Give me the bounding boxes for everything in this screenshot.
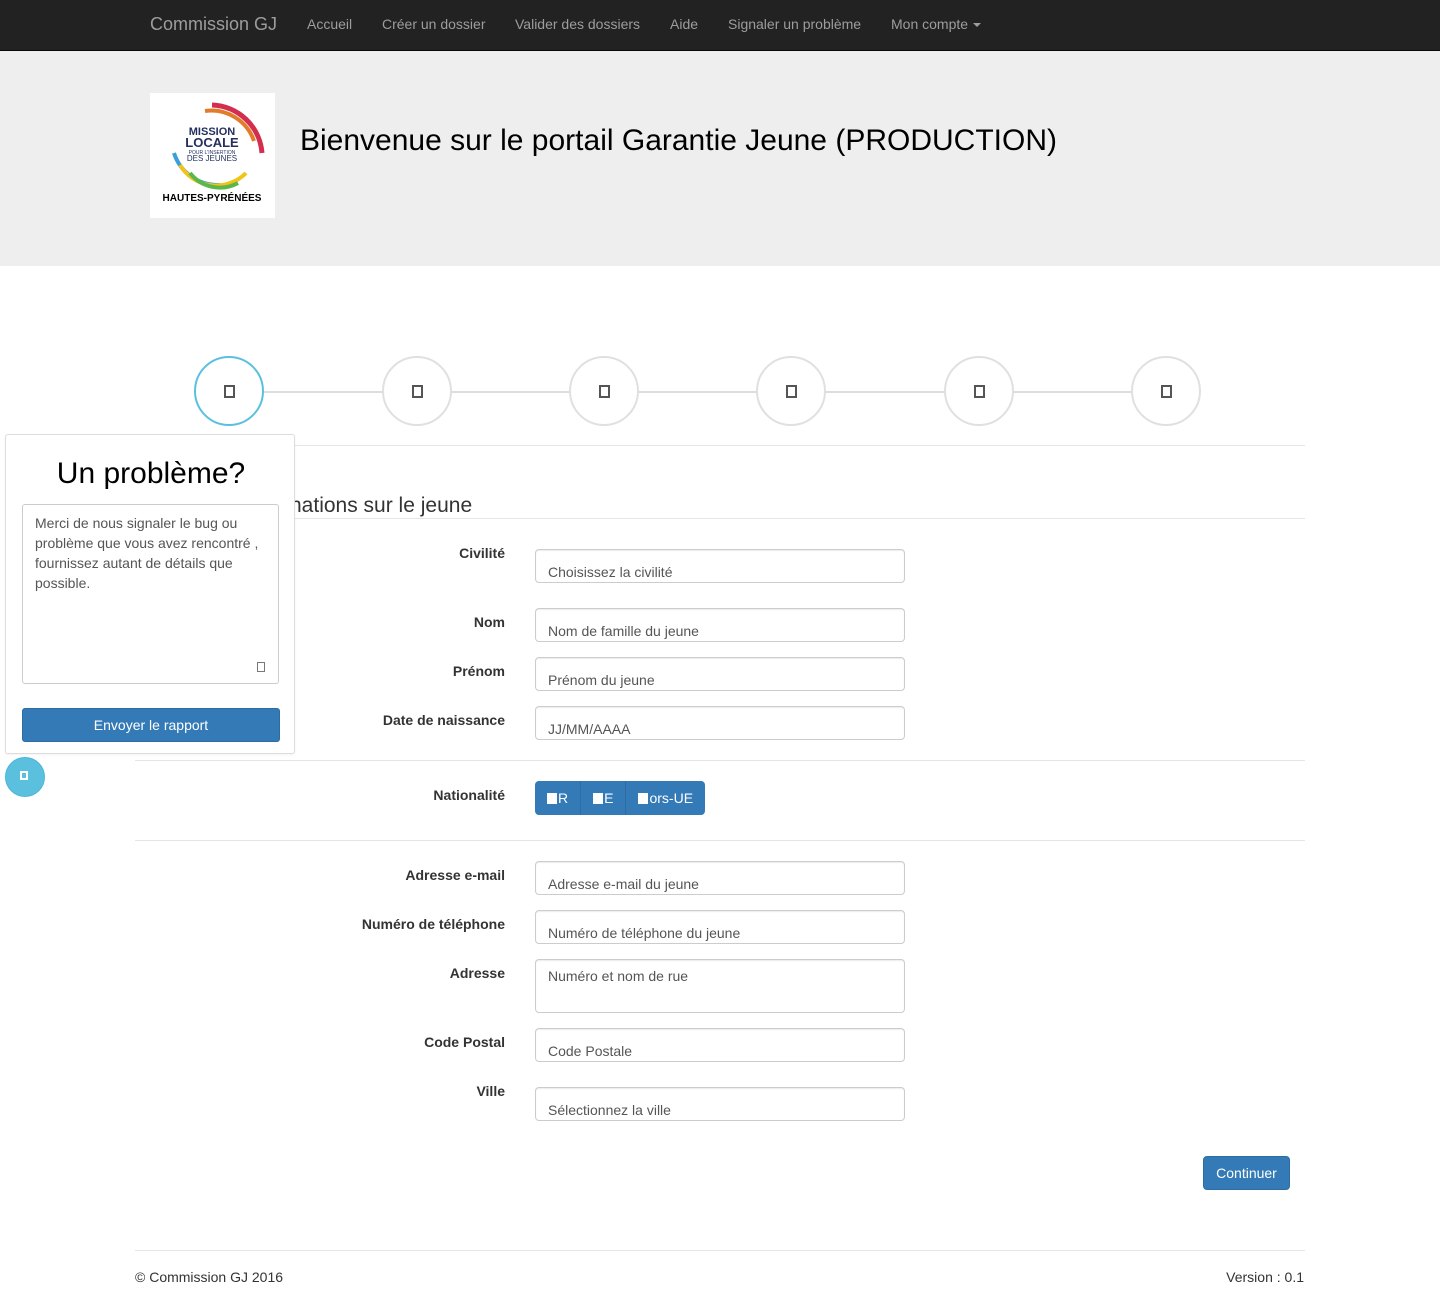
footer-divider (135, 1250, 1305, 1251)
civilite-label: Civilité (459, 545, 505, 561)
telephone-label: Numéro de téléphone (361, 916, 505, 932)
code-postal-label: Code Postal (424, 1034, 505, 1050)
nationalite-option-fr[interactable]: R (535, 781, 582, 815)
problem-description-textarea[interactable]: Merci de nous signaler le bug ou problèm… (22, 504, 279, 684)
bug-icon (20, 771, 28, 780)
logo-text-region: HAUTES-PYRÉNÉES (163, 191, 262, 204)
nav-link-valider-dossiers[interactable]: Valider des dossiers (515, 16, 640, 32)
radio-icon (638, 792, 649, 804)
step-icon (1161, 385, 1172, 398)
option-label: E (604, 790, 614, 806)
adresse-label: Adresse (449, 965, 505, 981)
adresse-textarea[interactable]: Numéro et nom de rue (535, 959, 905, 1013)
prenom-input[interactable]: Prénom du jeune (535, 657, 905, 691)
step-3[interactable] (569, 356, 639, 426)
problem-panel-title: Un problème? (56, 457, 246, 490)
step-6[interactable] (1131, 356, 1201, 426)
option-label: R (558, 790, 569, 806)
step-4[interactable] (756, 356, 826, 426)
email-input[interactable]: Adresse e-mail du jeune (535, 861, 905, 895)
step-connector (1012, 391, 1132, 393)
page-title: Bienvenue sur le portail Garantie Jeune … (300, 124, 1057, 157)
radio-icon (593, 792, 604, 804)
email-label: Adresse e-mail (405, 867, 505, 883)
problem-panel-toggle[interactable] (5, 757, 45, 797)
prenom-label: Prénom (452, 663, 505, 679)
send-report-button[interactable]: Envoyer le rapport (22, 708, 280, 742)
mission-locale-logo: MISSION LOCALE POUR L'INSERTION DES JEUN… (150, 93, 275, 218)
step-connector (638, 391, 758, 393)
nationalite-label: Nationalité (433, 787, 505, 803)
civilite-select[interactable]: Choisissez la civilité (535, 549, 905, 583)
divider (135, 840, 1305, 841)
code-postal-input[interactable]: Code Postale (535, 1028, 905, 1062)
resize-handle-icon[interactable] (257, 662, 265, 672)
step-5[interactable] (944, 356, 1014, 426)
step-icon (599, 385, 610, 398)
step-connector (825, 391, 945, 393)
step-connector (263, 391, 383, 393)
ville-label: Ville (476, 1083, 505, 1099)
nav-link-accueil[interactable]: Accueil (307, 16, 352, 32)
divider (135, 760, 1305, 761)
date-naissance-label: Date de naissance (382, 712, 505, 728)
logo-text-locale: LOCALE (185, 135, 239, 150)
ville-select[interactable]: Sélectionnez la ville (535, 1087, 905, 1121)
radio-icon (547, 792, 557, 804)
continue-button[interactable]: Continuer (1203, 1156, 1290, 1190)
nationalite-option-ue[interactable]: E (581, 781, 627, 815)
legend-divider (135, 518, 1305, 519)
mon-compte-label: Mon compte (891, 16, 969, 32)
step-icon (224, 385, 235, 398)
form-legend-text: nations sur le jeune (290, 494, 473, 517)
step-icon (412, 385, 423, 398)
date-naissance-input[interactable]: JJ/MM/AAAA (535, 706, 905, 740)
step-icon (786, 385, 797, 398)
problem-report-panel: Un problème? Merci de nous signaler le b… (5, 434, 295, 754)
step-1[interactable] (194, 356, 264, 426)
problem-placeholder: Merci de nous signaler le bug ou problèm… (35, 515, 259, 591)
step-2[interactable] (382, 356, 452, 426)
nationalite-option-hors-ue[interactable]: ors-UE (626, 781, 706, 815)
divider (135, 445, 1305, 446)
top-navbar: Commission GJ Accueil Créer un dossier V… (0, 0, 1440, 51)
caret-down-icon (973, 23, 982, 28)
nav-link-signaler-probleme[interactable]: Signaler un problème (728, 16, 861, 32)
telephone-input[interactable]: Numéro de téléphone du jeune (535, 910, 905, 944)
navbar-brand[interactable]: Commission GJ (150, 14, 277, 35)
option-label: ors-UE (649, 790, 694, 806)
footer-version: Version : 0.1 (1226, 1269, 1304, 1285)
step-icon (974, 385, 985, 398)
nav-link-creer-dossier[interactable]: Créer un dossier (382, 16, 486, 32)
step-connector (451, 391, 571, 393)
nom-label: Nom (473, 614, 505, 630)
nom-input[interactable]: Nom de famille du jeune (535, 608, 905, 642)
nav-link-aide[interactable]: Aide (670, 16, 698, 32)
footer-copyright: © Commission GJ 2016 (135, 1269, 284, 1285)
nationalite-button-group: R E ors-UE (535, 781, 706, 815)
logo-text-jeunes: DES JEUNES (187, 154, 237, 163)
nav-dropdown-mon-compte[interactable]: Mon compte (891, 16, 982, 32)
